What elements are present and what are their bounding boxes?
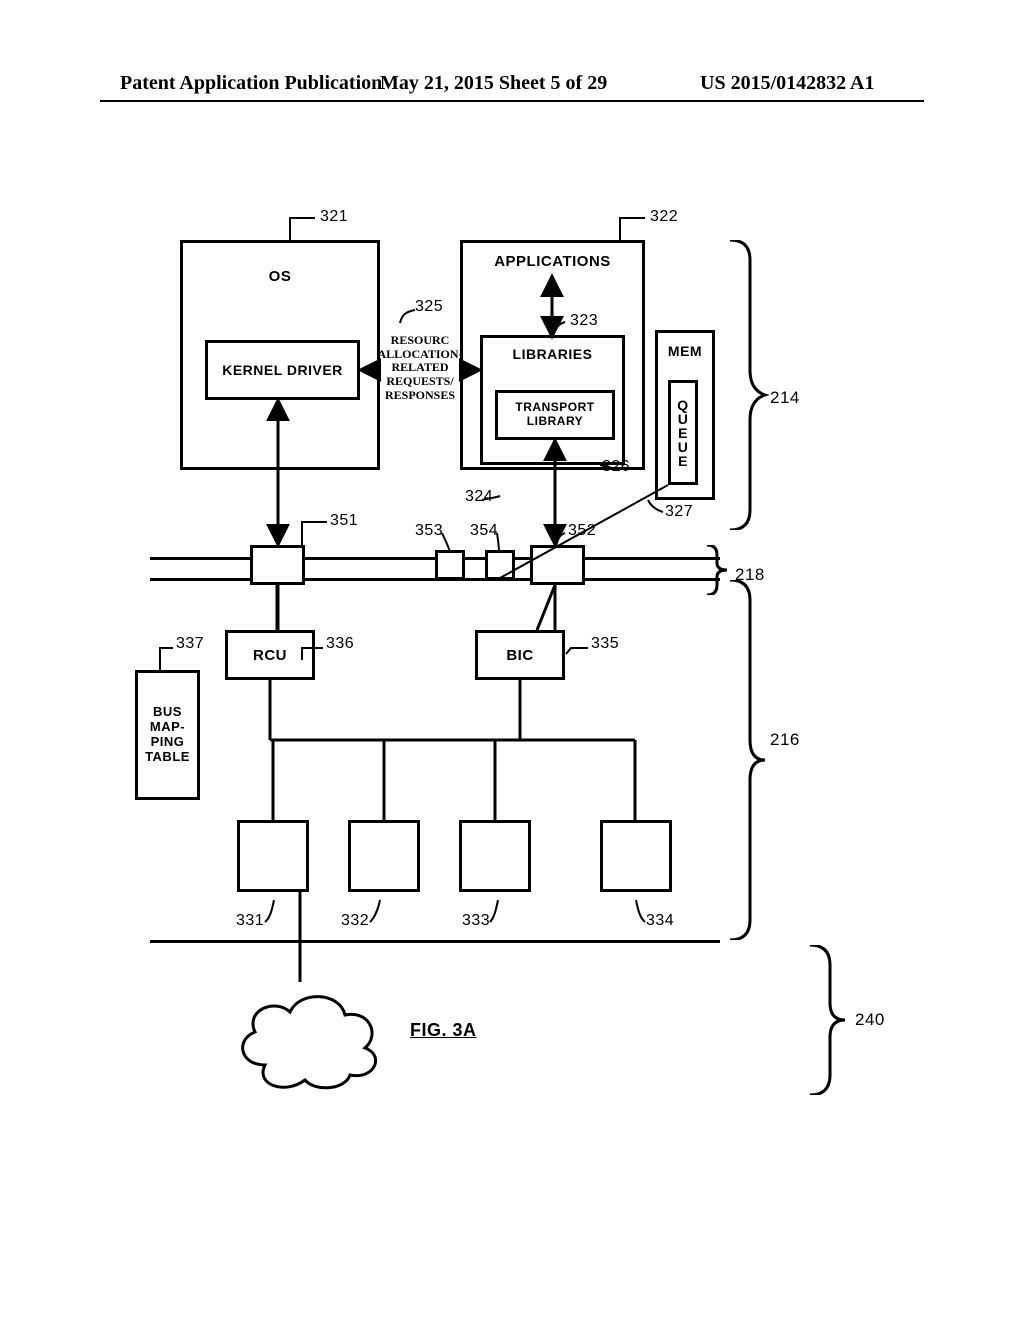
header-center: May 21, 2015 Sheet 5 of 29 <box>380 72 607 95</box>
brace-216 <box>720 580 780 940</box>
header-right: US 2015/0142832 A1 <box>700 72 874 95</box>
figure-caption: FIG. 3A <box>410 1020 477 1041</box>
brace-240 <box>800 945 860 1095</box>
to-cloud-line <box>0 890 1024 1090</box>
header-rule <box>100 100 924 102</box>
header-left: Patent Application Publication <box>120 72 382 95</box>
page: Patent Application Publication May 21, 2… <box>0 0 1024 1320</box>
cloud-icon <box>230 980 390 1100</box>
